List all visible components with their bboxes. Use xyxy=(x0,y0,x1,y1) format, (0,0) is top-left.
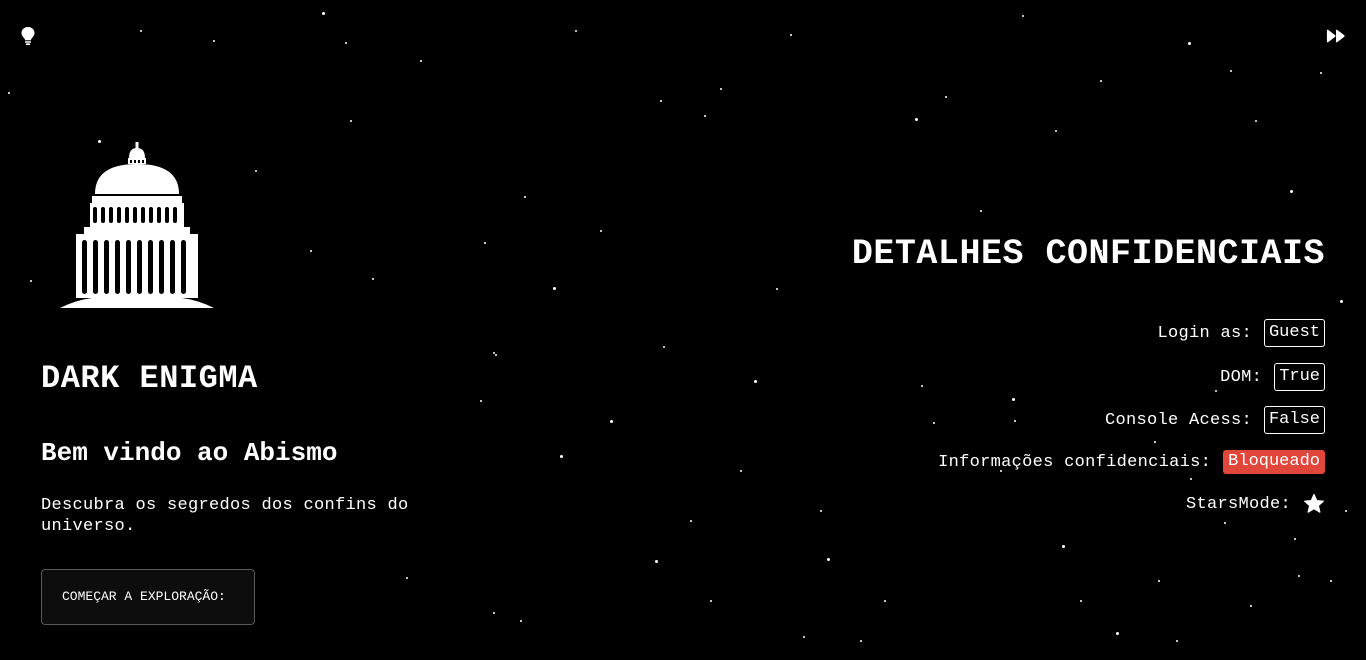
star-dot xyxy=(310,250,312,252)
star-dot xyxy=(1014,420,1016,422)
console-value: False xyxy=(1263,406,1325,434)
star-dot xyxy=(560,455,563,458)
star-dot xyxy=(1224,522,1226,524)
star-dot xyxy=(945,96,947,98)
star-dot xyxy=(1250,605,1252,607)
star-dot xyxy=(720,88,722,90)
star-dot xyxy=(1158,580,1160,582)
star-dot xyxy=(524,196,526,198)
star-dot xyxy=(372,278,374,280)
star-dot xyxy=(1345,510,1347,512)
star-dot xyxy=(1055,130,1057,132)
star-dot xyxy=(1062,545,1065,548)
star-dot xyxy=(600,230,602,232)
starsmode-label: StarsMode: xyxy=(1185,494,1291,514)
star-dot xyxy=(480,400,482,402)
star-dot xyxy=(915,118,918,121)
star-dot xyxy=(1294,538,1296,540)
star-dot xyxy=(575,30,577,32)
lightbulb-icon[interactable] xyxy=(18,26,38,46)
star-dot xyxy=(1100,80,1102,82)
star-dot xyxy=(213,40,215,42)
star-dot xyxy=(663,346,665,348)
blocked-badge: Bloqueado xyxy=(1223,450,1325,474)
star-dot xyxy=(1290,190,1293,193)
star-dot xyxy=(790,34,792,36)
star-dot xyxy=(1330,580,1332,582)
welcome-subtitle: Bem vindo ao Abismo xyxy=(41,438,338,468)
star-dot xyxy=(1255,120,1257,122)
star-icon[interactable] xyxy=(1303,493,1325,515)
detail-row-starsmode: StarsMode: xyxy=(1186,493,1325,515)
star-dot xyxy=(495,354,497,356)
star-dot xyxy=(980,210,982,212)
star-dot xyxy=(884,600,886,602)
dom-value: True xyxy=(1274,363,1325,391)
detail-row-dom: DOM: True xyxy=(1220,363,1325,391)
detail-row-confidential: Informações confidenciais: Bloqueado xyxy=(938,450,1325,474)
star-dot xyxy=(1022,15,1024,17)
star-dot xyxy=(420,60,422,62)
details-title: DETALHES CONFIDENCIAIS xyxy=(851,234,1325,274)
star-dot xyxy=(933,422,935,424)
star-dot xyxy=(1012,398,1015,401)
star-dot xyxy=(1298,575,1300,577)
login-value: Guest xyxy=(1263,319,1325,347)
detail-row-login: Login as: Guest xyxy=(1157,319,1325,347)
star-dot xyxy=(484,242,486,244)
star-dot xyxy=(493,612,495,614)
star-dot xyxy=(827,558,830,561)
star-dot xyxy=(860,640,862,642)
star-dot xyxy=(8,92,10,94)
app-title: DARK ENIGMA xyxy=(41,360,258,397)
fast-forward-icon[interactable] xyxy=(1326,26,1346,46)
star-dot xyxy=(690,520,692,522)
star-dot xyxy=(655,560,658,563)
star-dot xyxy=(704,115,706,117)
star-dot xyxy=(406,577,408,579)
star-dot xyxy=(1320,72,1322,74)
star-dot xyxy=(1188,42,1191,45)
star-dot xyxy=(553,287,556,290)
star-dot xyxy=(660,100,662,102)
star-dot xyxy=(820,510,822,512)
login-label: Login as: xyxy=(1157,323,1252,343)
console-label: Console Acess: xyxy=(1104,410,1252,430)
star-dot xyxy=(776,288,778,290)
description-text: Descubra os segredos dos confins do univ… xyxy=(41,496,409,536)
star-dot xyxy=(1176,640,1178,642)
star-dot xyxy=(30,280,32,282)
star-dot xyxy=(1215,390,1217,392)
detail-row-console: Console Acess: False xyxy=(1105,406,1325,434)
star-dot xyxy=(140,30,142,32)
star-dot xyxy=(1154,441,1156,443)
capitol-building-icon xyxy=(58,140,216,312)
star-dot xyxy=(345,42,347,44)
confidential-label: Informações confidenciais: xyxy=(938,452,1212,472)
star-dot xyxy=(754,380,757,383)
star-dot xyxy=(322,12,325,15)
star-dot xyxy=(1230,70,1232,72)
dom-label: DOM: xyxy=(1220,367,1263,387)
star-dot xyxy=(350,120,352,122)
star-dot xyxy=(740,470,742,472)
star-dot xyxy=(1340,300,1343,303)
star-dot xyxy=(1080,600,1082,602)
start-exploration-button[interactable]: COMEÇAR A EXPLORAÇÃO: xyxy=(41,569,255,625)
star-dot xyxy=(1190,478,1192,480)
star-dot xyxy=(520,620,522,622)
star-dot xyxy=(803,636,805,638)
star-dot xyxy=(1116,632,1119,635)
star-dot xyxy=(921,385,923,387)
star-dot xyxy=(610,420,613,423)
star-dot xyxy=(710,600,712,602)
star-dot xyxy=(255,170,257,172)
